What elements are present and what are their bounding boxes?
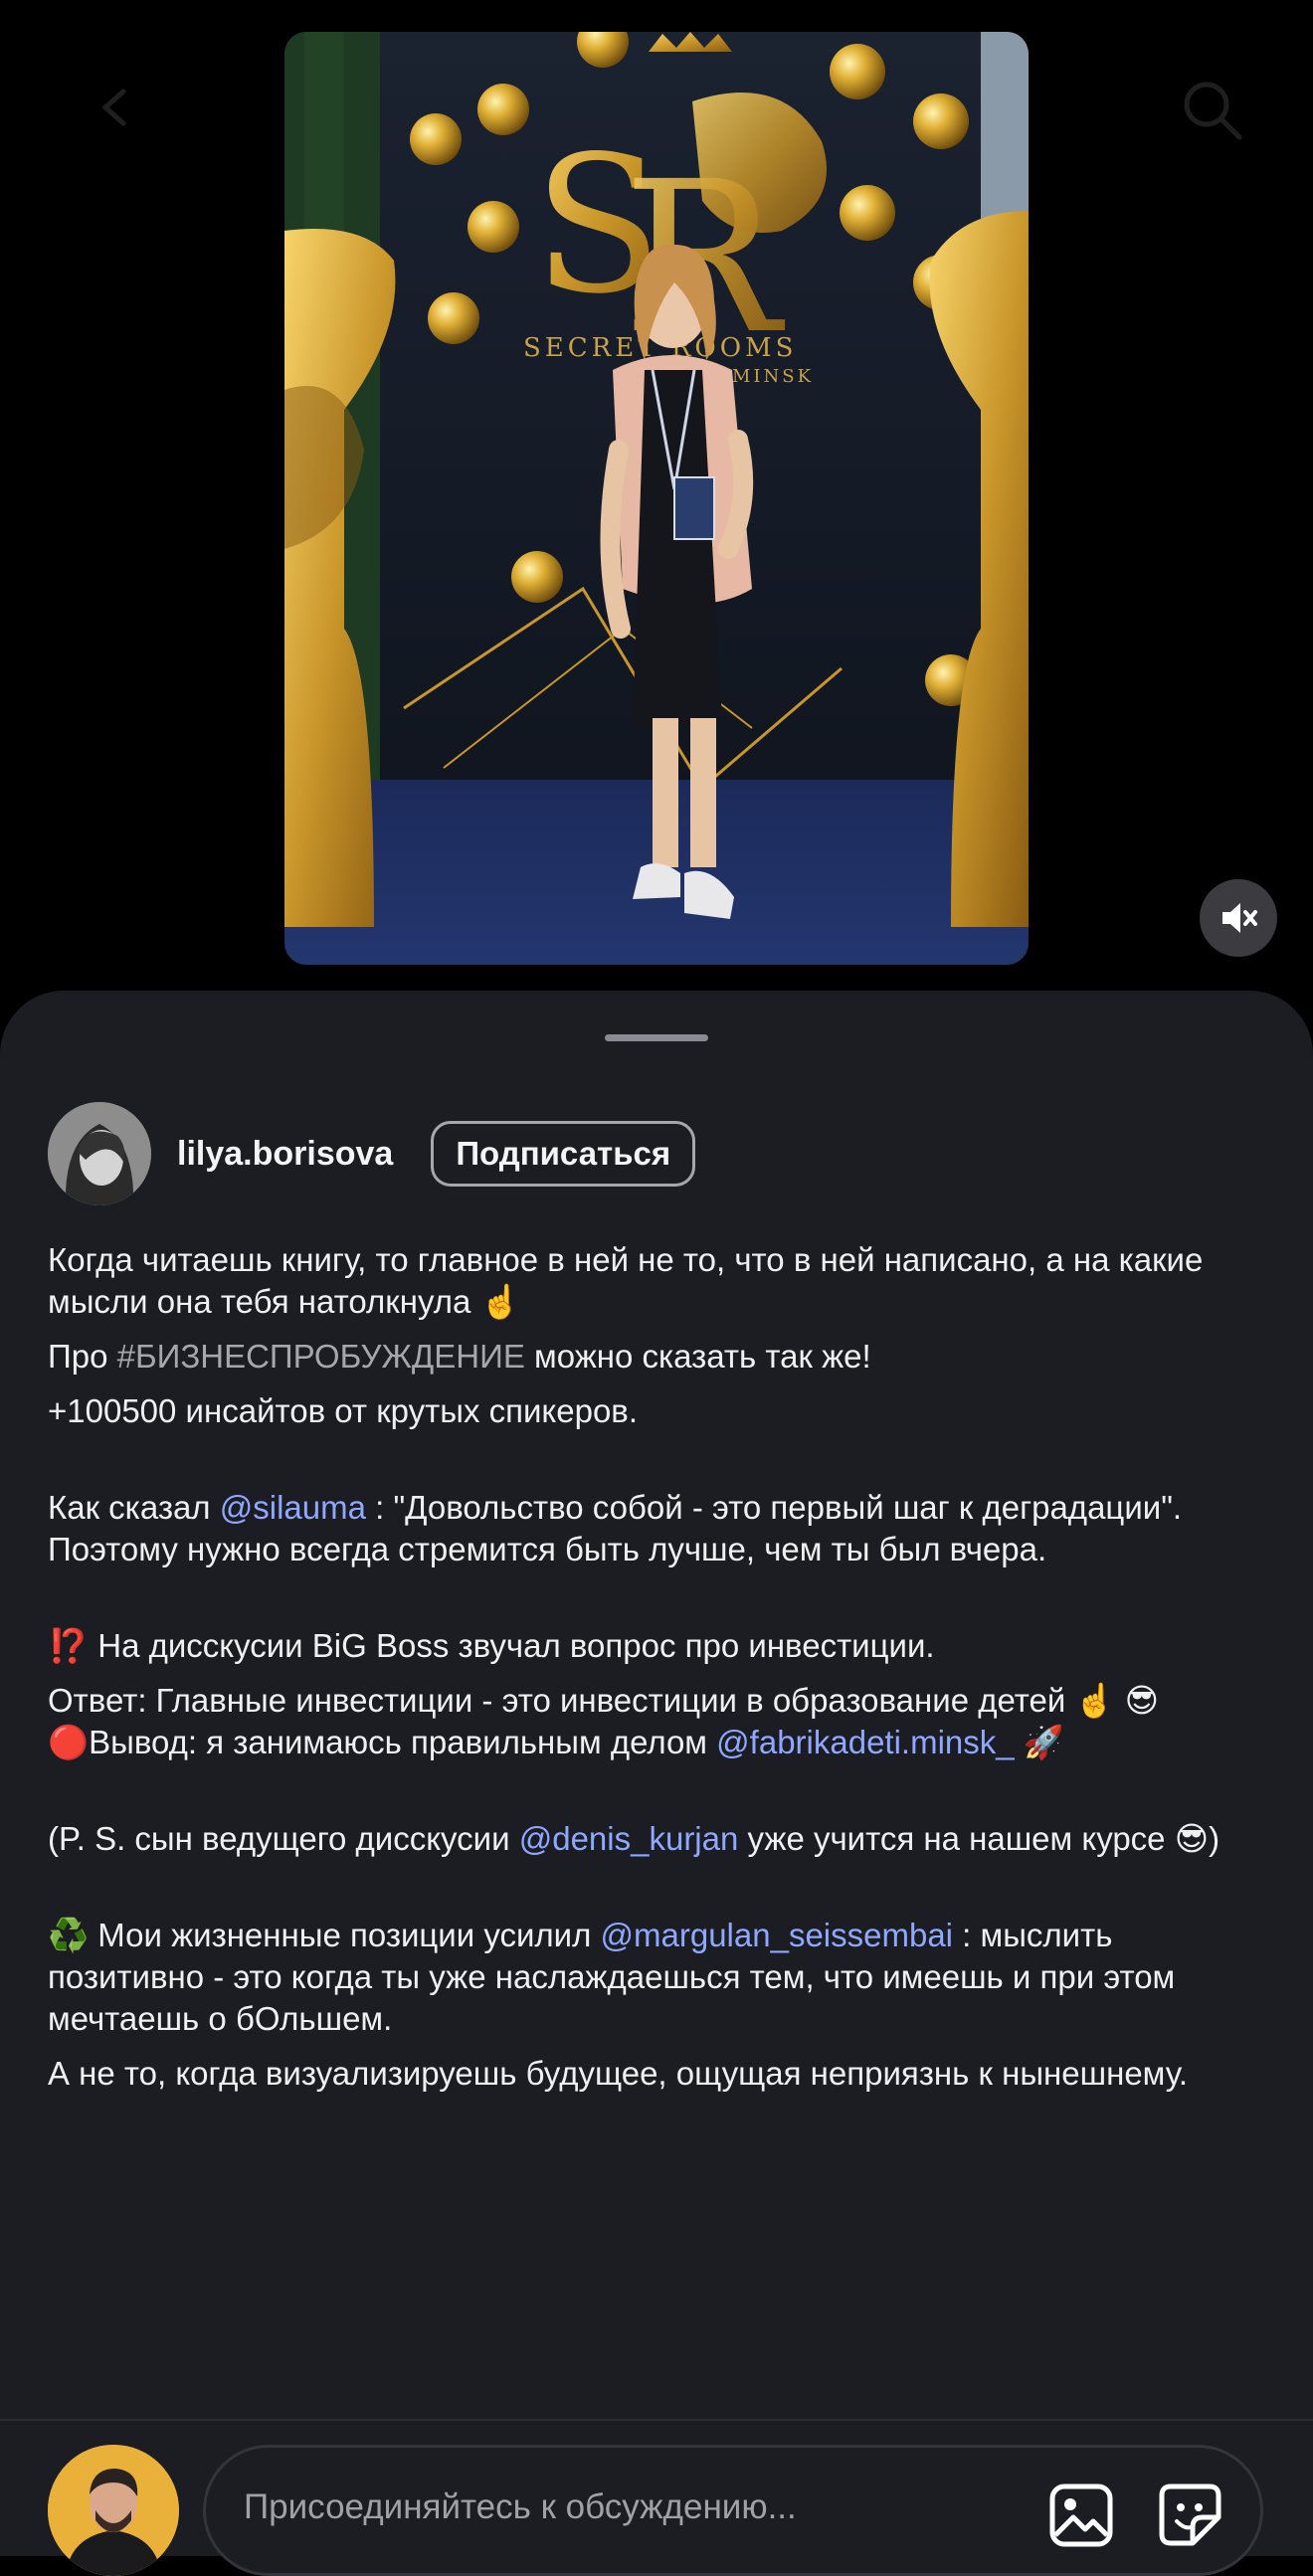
post-photo[interactable]: S R SECRET ROOMS MINSK xyxy=(284,32,1029,965)
caption-text: ♻️ Мои жизненные позиции усилил xyxy=(48,1917,601,1953)
caption-paragraph: А не то, когда визуализируешь будущее, о… xyxy=(48,2055,1189,2092)
caption-paragraph: Как сказал @silauma : "Довольство собой … xyxy=(48,1487,1271,1570)
sticker-icon[interactable] xyxy=(1157,2482,1224,2549)
speaker-muted-icon xyxy=(1222,903,1257,933)
caption-text: 🚀 xyxy=(1014,1724,1064,1760)
mention-link[interactable]: @margulan_seissembai xyxy=(601,1917,954,1953)
author-avatar[interactable] xyxy=(48,1102,151,1205)
chevron-left-icon[interactable] xyxy=(95,88,135,127)
caption-paragraph: ⁉️ На дисскусии BiG Boss звучал вопрос п… xyxy=(48,1627,935,1664)
author-row: lilya.borisova Подписаться xyxy=(48,1102,696,1205)
caption-text: можно сказать так же! xyxy=(524,1338,871,1375)
comment-input[interactable]: Присоединяйтесь к обсуждению... xyxy=(203,2445,1263,2576)
caption-paragraph: (P. S. сын ведущего дисскусии @denis_kur… xyxy=(48,1818,1271,1860)
author-username[interactable]: lilya.borisova xyxy=(177,1135,393,1174)
caption-paragraph: 🔴Вывод: я занимаюсь правильным делом @fa… xyxy=(48,1722,1271,1763)
sheet-grabber[interactable] xyxy=(605,1034,708,1041)
current-user-avatar[interactable] xyxy=(48,2445,179,2576)
caption-paragraph: Когда читаешь книгу, то главное в ней не… xyxy=(48,1241,1204,1320)
gallery-icon[interactable] xyxy=(1047,2482,1115,2549)
caption-text: (P. S. сын ведущего дисскусии xyxy=(48,1820,519,1857)
mention-link[interactable]: @silauma xyxy=(220,1489,366,1526)
caption-paragraph: ♻️ Мои жизненные позиции усилил @margula… xyxy=(48,1915,1271,2040)
svg-text:MINSK: MINSK xyxy=(732,366,814,387)
mute-button[interactable] xyxy=(1200,879,1277,957)
hashtag-link[interactable]: #БИЗНЕСПРОБУЖДЕНИЕ xyxy=(117,1338,525,1375)
post-caption: Когда читаешь книгу, то главное в ней не… xyxy=(48,1239,1271,2108)
caption-text: уже учится на нашем курсе 😎) xyxy=(738,1820,1220,1857)
mention-link[interactable]: @denis_kurjan xyxy=(519,1820,739,1857)
post-details-sheet: lilya.borisova Подписаться Когда читаешь… xyxy=(0,991,1313,2554)
caption-paragraph: Про #БИЗНЕСПРОБУЖДЕНИЕ можно сказать так… xyxy=(48,1336,1271,1378)
follow-button[interactable]: Подписаться xyxy=(431,1121,696,1187)
caption-paragraph: +100500 инсайтов от крутых спикеров. xyxy=(48,1392,639,1429)
comment-placeholder: Присоединяйтесь к обсуждению... xyxy=(244,2487,797,2526)
caption-text: Как сказал xyxy=(48,1489,220,1526)
caption-text: 🔴Вывод: я занимаюсь правильным делом xyxy=(48,1724,717,1760)
search-icon[interactable] xyxy=(1180,78,1243,141)
mention-link[interactable]: @fabrikadeti.minsk_ xyxy=(716,1724,1014,1760)
caption-text: Про xyxy=(48,1338,117,1375)
caption-paragraph: Ответ: Главные инвестиции - это инвестиц… xyxy=(48,1682,1160,1719)
media-viewer: S R SECRET ROOMS MINSK xyxy=(0,0,1313,1005)
